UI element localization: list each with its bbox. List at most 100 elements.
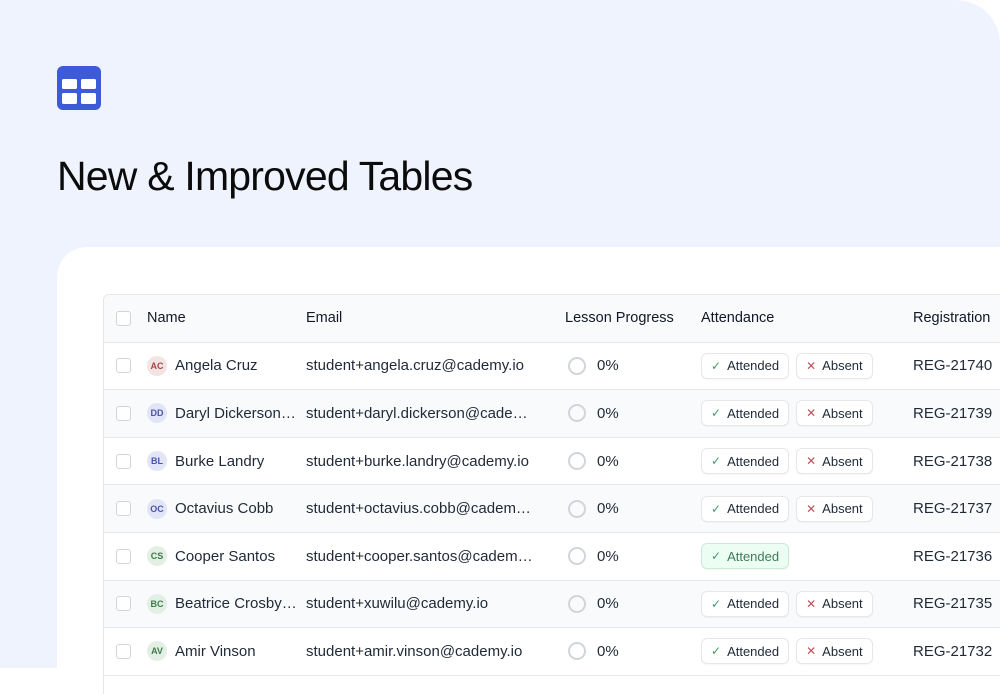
attended-button[interactable]: ✓ Attended xyxy=(701,543,790,570)
attendance-cell: ✓ Attended ✕ Absent xyxy=(701,485,880,532)
attended-label: Attended xyxy=(727,453,780,469)
attended-button[interactable]: ✓ Attended xyxy=(701,352,790,379)
progress-cell: 0% xyxy=(568,390,619,437)
email-cell: student+xuwilu@cademy.io xyxy=(306,595,489,613)
avatar: BL xyxy=(147,451,167,472)
progress-value: 0% xyxy=(597,404,619,422)
student-name[interactable]: Amir Vinson xyxy=(175,643,256,660)
progress-ring-icon xyxy=(568,499,586,518)
table-row: BC Beatrice Crosby… student+xuwilu@cadem… xyxy=(104,580,1000,629)
row-checkbox[interactable] xyxy=(116,548,131,564)
student-name[interactable]: Daryl Dickerson… xyxy=(175,405,296,422)
progress-cell: 0% xyxy=(568,438,619,485)
absent-button[interactable]: ✕ Absent xyxy=(796,495,873,522)
check-icon: ✓ xyxy=(711,358,722,373)
table-header-row: Name Email Lesson Progress Attendance Re… xyxy=(104,295,1000,343)
progress-ring-icon xyxy=(568,356,586,375)
row-checkbox[interactable] xyxy=(116,643,131,659)
check-icon: ✓ xyxy=(711,596,722,611)
name-cell: AC Angela Cruz xyxy=(147,343,299,390)
close-icon: ✕ xyxy=(806,596,817,611)
avatar: DD xyxy=(147,403,167,424)
email-cell: student+burke.landry@cademy.io xyxy=(306,452,529,470)
progress-cell: 0% xyxy=(568,343,619,390)
attended-label: Attended xyxy=(727,643,780,659)
progress-cell: 0% xyxy=(568,485,619,532)
student-name[interactable]: Octavius Cobb xyxy=(175,500,273,517)
attendance-cell: ✓ Attended ✕ Absent xyxy=(701,581,880,628)
absent-button[interactable]: ✕ Absent xyxy=(796,448,873,475)
row-checkbox[interactable] xyxy=(116,405,131,421)
table-row: BL Burke Landry student+burke.landry@cad… xyxy=(104,438,1000,486)
absent-label: Absent xyxy=(822,405,863,421)
student-name[interactable]: Angela Cruz xyxy=(175,357,258,374)
table-row: OC Octavius Cobb student+octavius.cobb@c… xyxy=(104,485,1000,533)
registration-cell: REG-21739 xyxy=(913,404,993,422)
progress-value: 0% xyxy=(597,642,619,660)
check-icon: ✓ xyxy=(711,454,722,469)
close-icon: ✕ xyxy=(806,644,817,659)
absent-label: Absent xyxy=(822,501,863,517)
absent-button[interactable]: ✕ Absent xyxy=(796,352,873,379)
name-cell: BL Burke Landry xyxy=(147,438,299,485)
absent-button[interactable]: ✕ Absent xyxy=(796,638,873,665)
email-cell: student+angela.cruz@cademy.io xyxy=(306,357,524,375)
close-icon: ✕ xyxy=(806,454,817,469)
column-header-name[interactable]: Name xyxy=(147,295,186,342)
email-cell: student+daryl.dickerson@cade… xyxy=(306,404,528,422)
avatar: AV xyxy=(147,641,167,662)
row-checkbox[interactable] xyxy=(116,358,131,374)
avatar: BC xyxy=(147,593,167,614)
email-cell: student+cooper.santos@cadem… xyxy=(306,547,533,565)
registration-cell: REG-21740 xyxy=(913,357,993,375)
table-row: AV Amir Vinson student+amir.vinson@cadem… xyxy=(104,628,1000,676)
progress-cell: 0% xyxy=(568,533,619,580)
progress-value: 0% xyxy=(597,547,619,565)
column-header-registration[interactable]: Registration xyxy=(913,295,990,342)
page-title: New & Improved Tables xyxy=(57,153,473,199)
progress-ring-icon xyxy=(568,547,586,566)
avatar: AC xyxy=(147,355,167,376)
check-icon: ✓ xyxy=(711,406,722,421)
table-row: AC Angela Cruz student+angela.cruz@cadem… xyxy=(104,343,1000,391)
student-name[interactable]: Cooper Santos xyxy=(175,548,275,565)
attended-button[interactable]: ✓ Attended xyxy=(701,495,790,522)
avatar: CS xyxy=(147,546,167,567)
registration-cell: REG-21736 xyxy=(913,547,993,565)
check-icon: ✓ xyxy=(711,644,722,659)
name-cell: CS Cooper Santos xyxy=(147,533,299,580)
name-cell: BC Beatrice Crosby… xyxy=(147,581,299,628)
registration-cell: REG-21738 xyxy=(913,452,993,470)
student-name[interactable]: Burke Landry xyxy=(175,453,264,470)
absent-label: Absent xyxy=(822,643,863,659)
attended-button[interactable]: ✓ Attended xyxy=(701,590,790,617)
attended-label: Attended xyxy=(727,548,780,564)
progress-ring-icon xyxy=(568,404,586,423)
progress-cell: 0% xyxy=(568,581,619,628)
avatar: OC xyxy=(147,498,167,519)
close-icon: ✕ xyxy=(806,358,817,373)
absent-label: Absent xyxy=(822,453,863,469)
student-name[interactable]: Beatrice Crosby… xyxy=(175,595,297,612)
absent-button[interactable]: ✕ Absent xyxy=(796,400,873,427)
column-header-attendance[interactable]: Attendance xyxy=(701,295,774,342)
registration-cell: REG-21735 xyxy=(913,595,993,613)
attendance-cell: ✓ Attended ✕ Absent xyxy=(701,390,880,437)
registration-cell: REG-21737 xyxy=(913,500,993,518)
row-checkbox[interactable] xyxy=(116,453,131,469)
email-cell: student+octavius.cobb@cadem… xyxy=(306,500,531,518)
row-checkbox[interactable] xyxy=(116,501,131,517)
column-header-email[interactable]: Email xyxy=(306,295,342,342)
absent-button[interactable]: ✕ Absent xyxy=(796,590,873,617)
attended-button[interactable]: ✓ Attended xyxy=(701,638,790,665)
attended-button[interactable]: ✓ Attended xyxy=(701,400,790,427)
close-icon: ✕ xyxy=(806,501,817,516)
column-header-progress[interactable]: Lesson Progress xyxy=(565,295,674,342)
table-row: DD Daryl Dickerson… student+daryl.dicker… xyxy=(104,390,1000,438)
check-icon: ✓ xyxy=(711,501,722,516)
attended-button[interactable]: ✓ Attended xyxy=(701,448,790,475)
attended-label: Attended xyxy=(727,358,780,374)
select-all-checkbox[interactable] xyxy=(116,310,131,326)
row-checkbox[interactable] xyxy=(116,596,131,612)
table-row: CS Cooper Santos student+cooper.santos@c… xyxy=(104,533,1000,581)
